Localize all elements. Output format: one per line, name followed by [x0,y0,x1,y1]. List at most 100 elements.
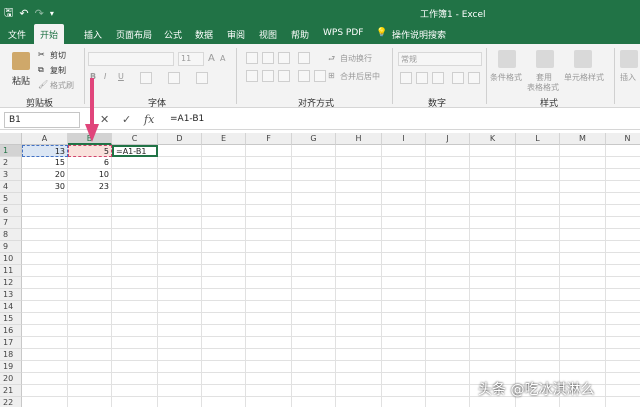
cell-d13[interactable] [158,289,202,301]
cell-f7[interactable] [246,217,292,229]
cell-n7[interactable] [606,217,640,229]
cell-n21[interactable] [606,385,640,397]
cell-h8[interactable] [336,229,382,241]
cell-j5[interactable] [426,193,470,205]
cell-k8[interactable] [470,229,516,241]
cell-styles-button[interactable]: 单元格样式 [564,72,604,83]
cell-c4[interactable] [112,181,158,193]
cell-j2[interactable] [426,157,470,169]
tab-help[interactable]: 帮助 [291,28,309,41]
cell-i6[interactable] [382,205,426,217]
cell-k9[interactable] [470,241,516,253]
copy-icon[interactable]: ⧉ [38,65,44,75]
undo-icon[interactable]: ↶ [19,7,28,20]
cell-d12[interactable] [158,277,202,289]
cell-g3[interactable] [292,169,336,181]
cell-d4[interactable] [158,181,202,193]
cell-m14[interactable] [560,301,606,313]
cell-f5[interactable] [246,193,292,205]
tab-view[interactable]: 视图 [259,28,277,41]
cell-a6[interactable] [22,205,68,217]
save-icon[interactable]: 🖫 [4,4,13,23]
cell-k5[interactable] [470,193,516,205]
column-header-j[interactable]: J [426,133,470,145]
cell-n1[interactable] [606,145,640,157]
tab-review[interactable]: 审阅 [227,28,245,41]
cell-l18[interactable] [516,349,560,361]
cell-h19[interactable] [336,361,382,373]
cell-k6[interactable] [470,205,516,217]
cell-g17[interactable] [292,337,336,349]
cell-e18[interactable] [202,349,246,361]
row-header-3[interactable]: 3 [0,169,22,181]
cell-a14[interactable] [22,301,68,313]
cell-e5[interactable] [202,193,246,205]
cell-a1[interactable]: 13 [22,145,68,157]
cell-e21[interactable] [202,385,246,397]
cell-j16[interactable] [426,325,470,337]
cell-c11[interactable] [112,265,158,277]
format-painter-icon[interactable]: 🖌 [38,80,48,89]
cell-c13[interactable] [112,289,158,301]
cell-j4[interactable] [426,181,470,193]
cell-m2[interactable] [560,157,606,169]
cell-f22[interactable] [246,397,292,407]
cell-c16[interactable] [112,325,158,337]
cell-l11[interactable] [516,265,560,277]
paste-button[interactable]: 粘贴 [12,74,30,87]
paste-icon[interactable] [12,52,30,70]
cell-a9[interactable] [22,241,68,253]
cell-j17[interactable] [426,337,470,349]
cell-h6[interactable] [336,205,382,217]
cell-g6[interactable] [292,205,336,217]
comma-style-icon[interactable] [432,72,444,84]
cell-e7[interactable] [202,217,246,229]
cell-b22[interactable] [68,397,112,407]
cell-d15[interactable] [158,313,202,325]
cell-m8[interactable] [560,229,606,241]
cell-b1[interactable]: 5 [68,145,112,157]
cell-g20[interactable] [292,373,336,385]
cell-c21[interactable] [112,385,158,397]
cell-e14[interactable] [202,301,246,313]
cell-c5[interactable] [112,193,158,205]
number-format-box[interactable]: 常规 [398,52,482,66]
cell-n17[interactable] [606,337,640,349]
cell-j7[interactable] [426,217,470,229]
cell-d8[interactable] [158,229,202,241]
select-all-corner[interactable] [0,133,22,145]
cell-j14[interactable] [426,301,470,313]
cell-c8[interactable] [112,229,158,241]
column-header-d[interactable]: D [158,133,202,145]
cell-j8[interactable] [426,229,470,241]
cell-e16[interactable] [202,325,246,337]
cell-n10[interactable] [606,253,640,265]
cell-g13[interactable] [292,289,336,301]
cell-d7[interactable] [158,217,202,229]
column-header-g[interactable]: G [292,133,336,145]
row-header-13[interactable]: 13 [0,289,22,301]
cell-m10[interactable] [560,253,606,265]
row-header-18[interactable]: 18 [0,349,22,361]
row-header-8[interactable]: 8 [0,229,22,241]
cell-g2[interactable] [292,157,336,169]
cancel-icon[interactable]: ✕ [100,113,109,126]
cell-h15[interactable] [336,313,382,325]
cell-m19[interactable] [560,361,606,373]
cell-l6[interactable] [516,205,560,217]
row-header-7[interactable]: 7 [0,217,22,229]
cell-d17[interactable] [158,337,202,349]
increase-decimal-icon[interactable] [452,72,464,84]
cell-n2[interactable] [606,157,640,169]
cell-j10[interactable] [426,253,470,265]
align-left-icon[interactable] [246,70,258,82]
formula-input[interactable]: =A1-B1 [166,112,636,128]
cell-k2[interactable] [470,157,516,169]
cell-i2[interactable] [382,157,426,169]
cell-e2[interactable] [202,157,246,169]
cell-j22[interactable] [426,397,470,407]
cell-c20[interactable] [112,373,158,385]
column-header-n[interactable]: N [606,133,640,145]
cell-f14[interactable] [246,301,292,313]
cell-n16[interactable] [606,325,640,337]
